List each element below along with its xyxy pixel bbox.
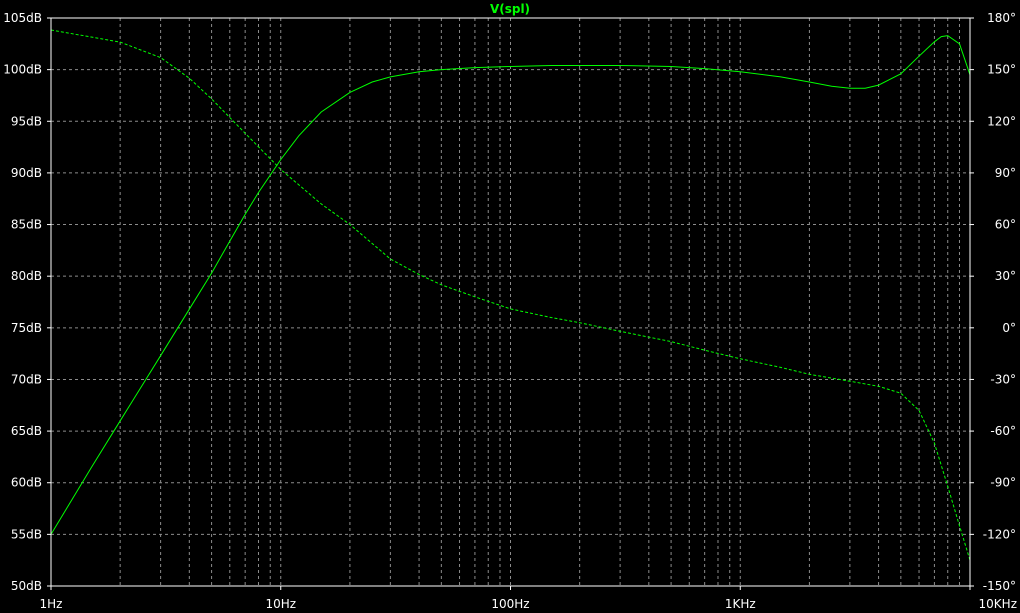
y2-tick-label: 0° (1002, 321, 1016, 335)
y2-tick-label: 150° (987, 63, 1016, 77)
y2-tick-label: 60° (995, 218, 1016, 232)
y-tick-label: 90dB (11, 166, 42, 180)
x-tick-label: 100Hz (491, 597, 529, 611)
y2-tick-label: 90° (995, 166, 1016, 180)
axis-labels: 1Hz 10Hz 100Hz 1KHz 10KHz 50dB 55dB 60dB 65dB 70d… (3, 11, 1017, 611)
y2-tick-label: 120° (987, 114, 1016, 128)
y2-tick-label: -30° (990, 372, 1016, 386)
x-tick-label: 10Hz (265, 597, 296, 611)
y2-tick-label: -90° (990, 476, 1016, 490)
y-tick-label: 50dB (11, 579, 42, 593)
y-tick-label: 105dB (3, 11, 42, 25)
bode-plot: V(spl) 1Hz 10Hz 100Hz 1KHz 10KHz 50dB 55dB 60dB… (0, 0, 1020, 613)
y-tick-label: 70dB (11, 372, 42, 386)
y-tick-label: 55dB (11, 527, 42, 541)
x-tick-label: 10KHz (979, 597, 1017, 611)
chart-title: V(spl) (490, 2, 530, 16)
y-tick-label: 60dB (11, 476, 42, 490)
y-tick-label: 85dB (11, 218, 42, 232)
y2-tick-label: 30° (995, 269, 1016, 283)
y-tick-label: 65dB (11, 424, 42, 438)
y-tick-label: 95dB (11, 114, 42, 128)
grid-lines (51, 18, 970, 586)
y2-tick-label: -60° (990, 424, 1016, 438)
y-tick-label: 80dB (11, 269, 42, 283)
y2-tick-label: -150° (983, 579, 1016, 593)
y-tick-label: 75dB (11, 321, 42, 335)
x-tick-label: 1Hz (40, 597, 63, 611)
x-tick-label: 1KHz (725, 597, 756, 611)
y-tick-label: 100dB (3, 63, 42, 77)
y2-tick-label: -120° (983, 527, 1016, 541)
y2-tick-label: 180° (987, 11, 1016, 25)
